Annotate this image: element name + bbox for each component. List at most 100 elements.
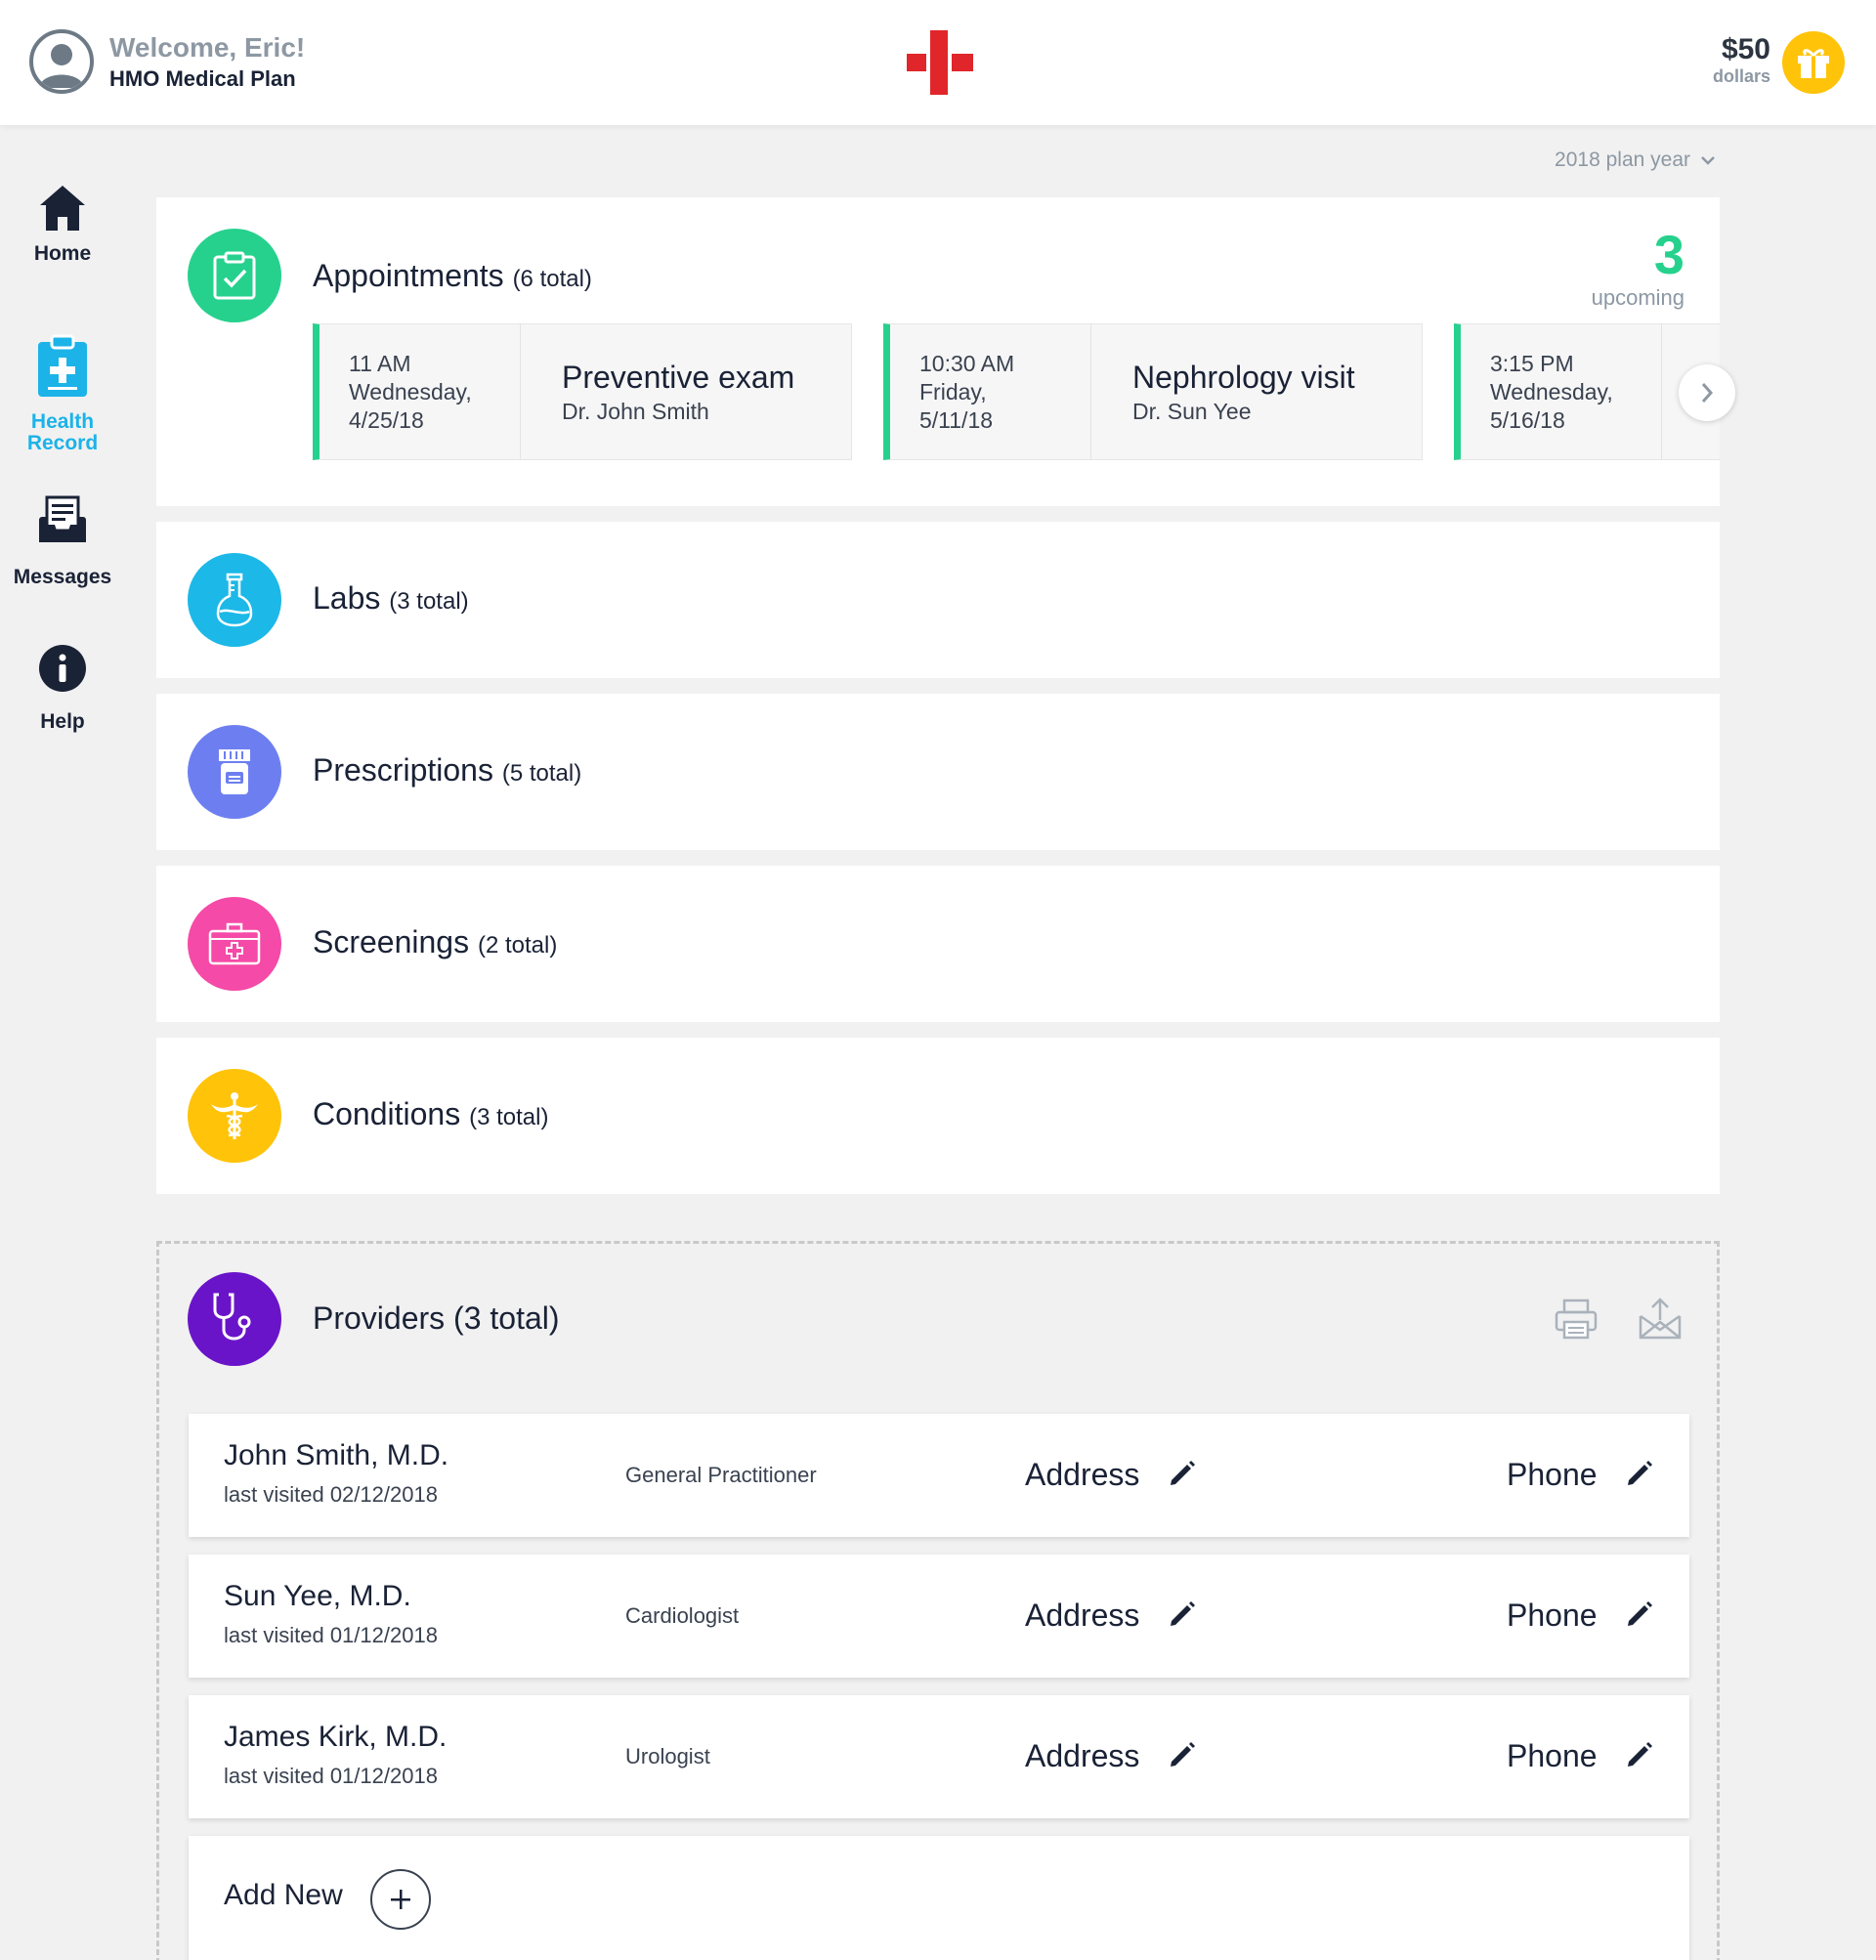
provider-name: Sun Yee, M.D. — [224, 1580, 411, 1612]
appointment-day: Wednesday, — [349, 379, 472, 405]
screenings-title: Screenings (2 total) — [313, 924, 557, 960]
appointment-day: Wednesday, — [1490, 379, 1613, 405]
section-title: Conditions — [313, 1096, 461, 1131]
section-total: (3 total) — [469, 1104, 549, 1130]
stethoscope-icon — [213, 1293, 251, 1341]
appointment-card[interactable]: 10:30 AM Friday, 5/11/18 Nephrology visi… — [883, 323, 1423, 460]
welcome-text: Welcome, Eric! — [109, 32, 306, 63]
sidebar-item-label: Help — [40, 710, 85, 733]
pill-bottle-icon — [219, 749, 250, 794]
chevron-right-icon — [1701, 383, 1714, 403]
upcoming-count: 3 — [1653, 224, 1684, 285]
appointment-name: Preventive exam — [562, 360, 795, 395]
edit-phone-icon[interactable] — [1625, 1599, 1654, 1629]
provider-row[interactable]: Sun Yee, M.D. last visited 01/12/2018 Ca… — [189, 1555, 1689, 1678]
prescriptions-title: Prescriptions (5 total) — [313, 752, 581, 788]
plan-name: HMO Medical Plan — [109, 66, 296, 91]
provider-address[interactable]: Address — [1025, 1598, 1139, 1634]
prescriptions-card[interactable]: Prescriptions (5 total) — [156, 694, 1720, 850]
divider — [1661, 324, 1662, 459]
edit-phone-icon[interactable] — [1625, 1740, 1654, 1769]
prescriptions-badge — [188, 725, 281, 819]
appointments-title[interactable]: Appointments (6 total) — [313, 258, 592, 294]
section-title: Screenings — [313, 924, 470, 959]
sidebar-item-help[interactable]: Help — [0, 644, 125, 733]
provider-address[interactable]: Address — [1025, 1457, 1139, 1493]
conditions-title: Conditions (3 total) — [313, 1096, 548, 1132]
sidebar-item-home[interactable]: Home — [0, 184, 125, 265]
providers-title: Providers (3 total) — [313, 1300, 560, 1336]
add-provider-row[interactable]: Add New — [189, 1836, 1689, 1960]
plan-year-select[interactable]: 2018 plan year — [1555, 149, 1716, 172]
provider-phone[interactable]: Phone — [1507, 1457, 1598, 1493]
medical-kit-icon — [208, 922, 261, 965]
plan-year-value: 2018 plan year — [1555, 149, 1690, 171]
divider — [1090, 324, 1091, 459]
appointment-name: Nephrology visit — [1132, 360, 1355, 395]
edit-phone-icon[interactable] — [1625, 1459, 1654, 1488]
sidebar-item-label: Record — [26, 432, 99, 454]
carousel-next-button[interactable] — [1679, 364, 1735, 421]
credits-amount: $50 — [1721, 33, 1770, 65]
user-icon — [39, 44, 84, 88]
appointment-datetime: 3:15 PM Wednesday, 5/16/18 — [1490, 350, 1646, 435]
section-total: (6 total) — [512, 266, 592, 292]
sidebar-item-label: Health — [30, 410, 95, 433]
appointment-time: 11 AM — [349, 351, 411, 376]
provider-row[interactable]: John Smith, M.D. last visited 02/12/2018… — [189, 1414, 1689, 1537]
add-new-label: Add New — [224, 1879, 343, 1911]
provider-specialty: General Practitioner — [625, 1463, 817, 1487]
providers-badge — [188, 1272, 281, 1366]
home-icon — [40, 186, 85, 231]
edit-address-icon[interactable] — [1168, 1599, 1197, 1629]
sidebar-item-label: Home — [33, 242, 92, 265]
conditions-card[interactable]: Conditions (3 total) — [156, 1038, 1720, 1194]
labs-badge — [188, 553, 281, 647]
provider-phone[interactable]: Phone — [1507, 1598, 1598, 1634]
chevron-down-icon — [1701, 156, 1715, 165]
provider-last-visited: last visited 02/12/2018 — [224, 1482, 438, 1507]
edit-address-icon[interactable] — [1168, 1459, 1197, 1488]
section-title: Labs — [313, 580, 381, 616]
appointment-doctor: Dr. John Smith — [562, 399, 709, 424]
flask-icon — [216, 573, 253, 627]
divider — [520, 324, 521, 459]
provider-row[interactable]: James Kirk, M.D. last visited 01/12/2018… — [189, 1695, 1689, 1818]
gift-icon — [1798, 49, 1829, 78]
appointment-date: 5/16/18 — [1490, 407, 1565, 433]
credits-unit: dollars — [1712, 66, 1770, 86]
section-title: Appointments — [313, 258, 504, 293]
upcoming-label: upcoming — [1591, 285, 1684, 310]
appointment-date: 4/25/18 — [349, 407, 424, 433]
health-record-icon — [38, 334, 87, 397]
provider-specialty: Urologist — [625, 1744, 710, 1768]
sidebar-item-messages[interactable]: Messages — [0, 495, 125, 588]
appointment-time: 3:15 PM — [1490, 351, 1574, 376]
provider-name: James Kirk, M.D. — [224, 1721, 448, 1753]
sidebar-item-health-record[interactable]: Health Record — [0, 334, 125, 454]
appointment-time: 10:30 AM — [919, 351, 1015, 376]
brand-logo[interactable] — [907, 30, 973, 100]
plus-icon — [391, 1890, 410, 1909]
print-icon[interactable] — [1555, 1299, 1598, 1340]
section-title: Prescriptions — [313, 752, 493, 788]
add-new-button[interactable] — [370, 1869, 431, 1930]
edit-address-icon[interactable] — [1168, 1740, 1197, 1769]
rewards-button[interactable] — [1782, 31, 1845, 94]
share-icon[interactable] — [1639, 1297, 1682, 1340]
labs-card[interactable]: Labs (3 total) — [156, 522, 1720, 678]
appointment-doctor: Dr. Sun Yee — [1132, 399, 1252, 424]
provider-specialty: Cardiologist — [625, 1603, 740, 1628]
provider-phone[interactable]: Phone — [1507, 1738, 1598, 1774]
screenings-card[interactable]: Screenings (2 total) — [156, 866, 1720, 1022]
labs-title: Labs (3 total) — [313, 580, 469, 617]
caduceus-icon — [211, 1092, 258, 1139]
clipboard-check-icon — [213, 251, 256, 300]
avatar[interactable] — [29, 29, 94, 94]
provider-address[interactable]: Address — [1025, 1738, 1139, 1774]
appointment-card[interactable]: 11 AM Wednesday, 4/25/18 Preventive exam… — [313, 323, 852, 460]
conditions-badge — [188, 1069, 281, 1163]
provider-name: John Smith, M.D. — [224, 1439, 449, 1471]
section-total: (3 total) — [389, 588, 469, 615]
screenings-badge — [188, 897, 281, 991]
